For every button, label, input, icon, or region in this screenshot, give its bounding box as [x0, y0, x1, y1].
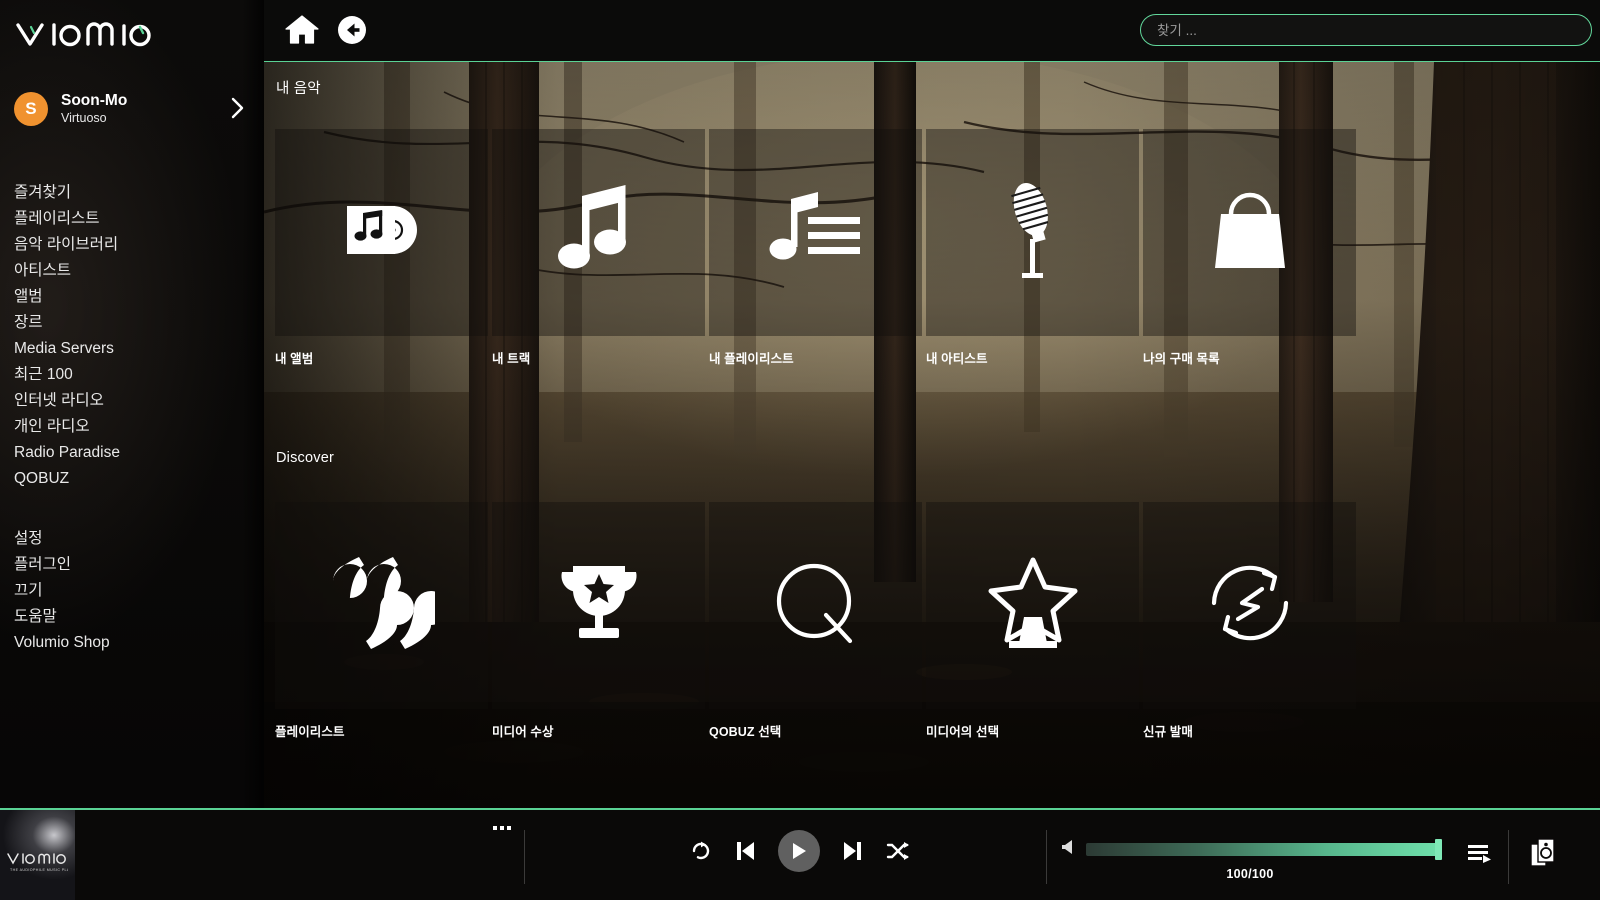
repeat-icon[interactable] — [690, 840, 712, 862]
tile-grid-discover: 플레이리스트 미디어 수상 QOBUZ 선택 미디어의 선택 신규 발매 — [275, 502, 1356, 740]
main-content: 내 음악 내 앨범 내 트랙 내 플레이리스트 내 아티스트 나의 구매 목록 … — [264, 62, 1600, 808]
sidebar-item-settings[interactable]: 설정 — [14, 526, 254, 552]
quote-marks-icon — [329, 553, 448, 658]
avatar: S — [14, 92, 48, 126]
queue-list-icon[interactable] — [1466, 842, 1492, 869]
tile-media-choice[interactable]: 미디어의 선택 — [926, 502, 1139, 740]
volumio-logo — [14, 18, 154, 52]
shuffle-icon[interactable] — [886, 841, 910, 861]
next-icon[interactable] — [842, 839, 864, 863]
album-art-thumbnail[interactable]: THE AUDIOPHILE MUSIC PLAYER — [0, 810, 75, 900]
player-divider — [524, 830, 525, 884]
tile-label: 내 아티스트 — [926, 352, 988, 366]
tile-my-playlists[interactable]: 내 플레이리스트 — [709, 129, 922, 367]
sidebar-item-playlists[interactable]: 플레이리스트 — [14, 206, 254, 232]
user-profile[interactable]: S Soon-Mo Virtuoso — [14, 86, 250, 132]
tile-my-tracks[interactable]: 내 트랙 — [492, 129, 705, 367]
sidebar-item-radio-paradise[interactable]: Radio Paradise — [14, 440, 254, 466]
player-divider — [1508, 830, 1509, 884]
more-dots-icon[interactable] — [493, 826, 511, 830]
tile-qobuz-selection[interactable]: QOBUZ 선택 — [709, 502, 922, 740]
transport-controls — [690, 830, 910, 872]
tile-label: 나의 구매 목록 — [1143, 352, 1220, 366]
top-bar — [264, 0, 1600, 62]
sidebar-item-last-100[interactable]: 최근 100 — [14, 362, 254, 388]
tile-label: 플레이리스트 — [275, 725, 345, 739]
album-art-logo: THE AUDIOPHILE MUSIC PLAYER — [6, 849, 75, 878]
volume-slider[interactable] — [1086, 839, 1442, 860]
microphone-icon — [1000, 177, 1066, 288]
audio-output-icon[interactable] — [1530, 838, 1556, 873]
tile-label: QOBUZ 선택 — [709, 725, 782, 739]
previous-icon[interactable] — [734, 839, 756, 863]
sidebar-item-shutdown[interactable]: 끄기 — [14, 578, 254, 604]
tile-label: 신규 발매 — [1143, 725, 1193, 739]
player-bar: THE AUDIOPHILE MUSIC PLAYER — [0, 808, 1600, 900]
tile-new-releases[interactable]: 신규 발매 — [1143, 502, 1356, 740]
sidebar-item-albums[interactable]: 앨범 — [14, 284, 254, 310]
tile-my-albums[interactable]: 내 앨범 — [275, 129, 488, 367]
album-disc-icon — [339, 197, 425, 268]
sidebar-item-webradio[interactable]: 인터넷 라디오 — [14, 388, 254, 414]
playlist-note-icon — [766, 187, 866, 278]
sidebar-primary-nav: 즐겨찾기 플레이리스트 음악 라이브러리 아티스트 앨범 장르 Media Se… — [14, 180, 254, 492]
tile-label: 내 앨범 — [275, 352, 314, 366]
star-award-icon — [987, 555, 1079, 656]
qobuz-q-icon — [770, 557, 862, 654]
sidebar-item-music-library[interactable]: 음악 라이브러리 — [14, 232, 254, 258]
sidebar-secondary-nav: 설정 플러그인 끄기 도움말 Volumio Shop — [14, 526, 254, 656]
trophy-icon — [553, 560, 645, 651]
volume-value: 100/100 — [1226, 867, 1274, 881]
player-divider — [1046, 830, 1047, 884]
home-icon[interactable] — [284, 13, 320, 52]
user-role: Virtuoso — [61, 110, 107, 125]
user-name: Soon-Mo — [61, 92, 128, 110]
volume-slider-handle[interactable] — [1435, 839, 1442, 860]
music-note-icon — [556, 182, 642, 283]
sidebar-item-media-servers[interactable]: Media Servers — [14, 336, 254, 362]
sidebar-item-qobuz[interactable]: QOBUZ — [14, 466, 254, 492]
shopping-bag-icon — [1209, 184, 1291, 281]
tile-grid-my-music: 내 앨범 내 트랙 내 플레이리스트 내 아티스트 나의 구매 목록 — [275, 129, 1356, 367]
section-title-my-music: 내 음악 — [276, 81, 321, 97]
tile-discover-playlists[interactable]: 플레이리스트 — [275, 502, 488, 740]
back-circle-icon[interactable] — [336, 14, 368, 51]
speaker-icon[interactable] — [1060, 838, 1074, 861]
sidebar-item-volumio-shop[interactable]: Volumio Shop — [14, 630, 254, 656]
sidebar-item-plugins[interactable]: 플러그인 — [14, 552, 254, 578]
section-title-discover: Discover — [276, 450, 334, 466]
chevron-right-icon — [231, 97, 244, 124]
play-button[interactable] — [778, 830, 820, 872]
search-input[interactable] — [1140, 14, 1592, 46]
sidebar-item-artists[interactable]: 아티스트 — [14, 258, 254, 284]
tile-media-awards[interactable]: 미디어 수상 — [492, 502, 705, 740]
sidebar-item-favorites[interactable]: 즐겨찾기 — [14, 180, 254, 206]
sidebar: S Soon-Mo Virtuoso 즐겨찾기 플레이리스트 음악 라이브러리 … — [0, 0, 264, 900]
sidebar-item-my-radio[interactable]: 개인 라디오 — [14, 414, 254, 440]
volume-control: 100/100 — [1060, 838, 1442, 881]
tile-label: 미디어 수상 — [492, 725, 554, 739]
refresh-sync-icon — [1202, 557, 1298, 654]
svg-text:THE AUDIOPHILE MUSIC PLAYER: THE AUDIOPHILE MUSIC PLAYER — [10, 868, 68, 872]
tile-label: 내 플레이리스트 — [709, 352, 794, 366]
tile-label: 미디어의 선택 — [926, 725, 1000, 739]
sidebar-item-genres[interactable]: 장르 — [14, 310, 254, 336]
tile-my-purchases[interactable]: 나의 구매 목록 — [1143, 129, 1356, 367]
sidebar-item-help[interactable]: 도움말 — [14, 604, 254, 630]
tile-label: 내 트랙 — [492, 352, 531, 366]
tile-my-artists[interactable]: 내 아티스트 — [926, 129, 1139, 367]
